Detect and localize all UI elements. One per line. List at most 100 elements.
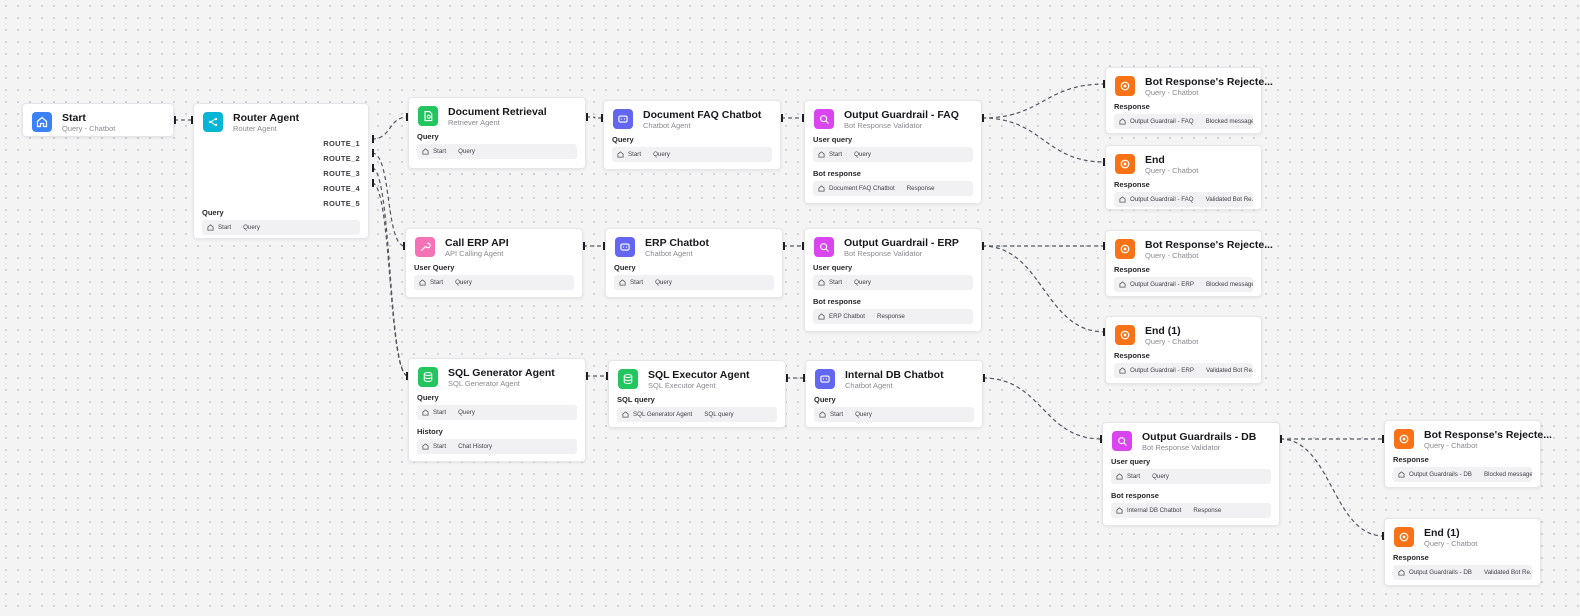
input-label: Response (1114, 102, 1150, 111)
edge-connector (371, 116, 409, 140)
input-label: User query (813, 263, 853, 272)
input-handle[interactable] (601, 114, 603, 122)
input-mapping-chip[interactable]: Internal DB Chatbot Response (1111, 503, 1271, 518)
input-mapping-chip[interactable]: Start Query (417, 405, 577, 420)
input-handle[interactable] (1382, 532, 1384, 540)
input-mapping-chip[interactable]: SQL Generator Agent SQL query (617, 407, 777, 422)
input-handle[interactable] (403, 242, 405, 250)
route-output-4[interactable]: ROUTE_4 (323, 181, 360, 196)
input-mapping-chip[interactable]: Start Query (414, 275, 574, 290)
input-mapping-chip[interactable]: Output Guardrail - FAQ Blocked message (1114, 114, 1253, 129)
input-mapping-chip[interactable]: Start Query (813, 275, 973, 290)
node-header: Output Guardrails - DB Bot Response Valid… (1112, 431, 1256, 453)
edge-connector (371, 182, 409, 377)
node-rej1[interactable]: Bot Response's Rejecte... Query - Chatbot… (1105, 67, 1273, 134)
input-handle[interactable] (802, 242, 804, 250)
flag-icon (1115, 154, 1135, 174)
node-router[interactable]: Router Agent Router Agent ROUTE_1 ROUTE_2 RO… (193, 103, 369, 239)
input-handle[interactable] (603, 242, 605, 250)
node-ogdb[interactable]: Output Guardrails - DB Bot Response Valid… (1102, 422, 1280, 526)
input-mapping-chip[interactable]: Output Guardrail - FAQ Validated Bot Re..… (1114, 192, 1253, 207)
chip-value: Blocked message (1205, 281, 1253, 288)
output-handle[interactable] (583, 242, 585, 250)
output-handle[interactable] (983, 374, 985, 382)
output-handle[interactable] (1280, 435, 1282, 443)
input-handle[interactable] (406, 372, 408, 380)
output-handle[interactable] (372, 164, 374, 172)
node-dbbot[interactable]: Internal DB Chatbot Chatbot Agent Query Sta… (805, 360, 983, 428)
node-ogfaq[interactable]: Output Guardrail - FAQ Bot Response Valid… (804, 100, 982, 204)
input-mapping-chip[interactable]: Start Query (612, 147, 772, 162)
node-rej2[interactable]: Bot Response's Rejecte... Query - Chatbot… (1105, 230, 1273, 297)
input-handle[interactable] (1103, 242, 1105, 250)
input-handle[interactable] (1103, 328, 1105, 336)
input-handle[interactable] (1100, 435, 1102, 443)
output-handle[interactable] (372, 135, 374, 143)
node-docret[interactable]: Document Retrieval Retriever Agent Query St… (408, 97, 586, 169)
input-mapping-chip[interactable]: Start Query (813, 147, 973, 162)
input-mapping-chip[interactable]: Start Query (417, 144, 577, 159)
input-mapping-chip[interactable]: Start Query (1111, 469, 1271, 484)
route-output-1[interactable]: ROUTE_1 (323, 136, 360, 151)
output-handle[interactable] (372, 149, 374, 157)
route-output-2[interactable]: ROUTE_2 (323, 151, 360, 166)
input-mapping-chip[interactable]: Start Query (814, 407, 974, 422)
input-mapping-chip[interactable]: Output Guardrail - ERP Blocked message (1114, 277, 1253, 292)
input-mapping-chip[interactable]: Document FAQ Chatbot Response (813, 181, 973, 196)
node-subtitle: SQL Executor Agent (648, 381, 716, 390)
input-handle[interactable] (191, 116, 193, 124)
node-subtitle: Query - Chatbot (1145, 166, 1199, 175)
node-sqlgen[interactable]: SQL Generator Agent SQL Generator Agent Qu… (408, 358, 586, 462)
input-mapping-chip[interactable]: Output Guardrails - DB Blocked message (1393, 467, 1532, 482)
input-mapping-chip[interactable]: Start Query (614, 275, 774, 290)
node-sqlexec[interactable]: SQL Executor Agent SQL Executor Agent SQL … (608, 360, 786, 428)
output-handle[interactable] (174, 116, 176, 124)
chip-value: Query (1152, 473, 1169, 480)
chat-icon (615, 237, 635, 257)
node-title: End (1145, 154, 1165, 166)
chip-source: Output Guardrail - FAQ (1130, 118, 1194, 125)
node-subtitle: Router Agent (233, 124, 277, 133)
input-section: User query Start Query (813, 135, 973, 162)
node-header: Bot Response's Rejecte... Query - Chatbot (1115, 239, 1273, 261)
input-handle[interactable] (803, 374, 805, 382)
node-end1[interactable]: End Query - Chatbot Response Output Guardra… (1105, 145, 1262, 210)
node-erpbot[interactable]: ERP Chatbot Chatbot Agent Query Start Query (605, 228, 783, 298)
output-handle[interactable] (783, 242, 785, 250)
node-end3[interactable]: End (1) Query - Chatbot Response Output Gua… (1384, 518, 1541, 586)
node-subtitle: Bot Response Validator (1142, 443, 1221, 452)
input-handle[interactable] (406, 113, 408, 121)
input-mapping-chip[interactable]: Output Guardrails - DB Validated Bot Re..… (1393, 565, 1532, 580)
node-title: Start (62, 112, 86, 124)
input-handle[interactable] (1103, 158, 1105, 166)
chip-value: Query (458, 409, 475, 416)
output-handle[interactable] (586, 113, 588, 121)
node-rej3[interactable]: Bot Response's Rejecte... Query - Chatbot… (1384, 420, 1552, 488)
node-docfaq[interactable]: Document FAQ Chatbot Chatbot Agent Query St… (603, 100, 781, 170)
output-handle[interactable] (372, 179, 374, 187)
input-mapping-chip[interactable]: Start Chat History (417, 439, 577, 454)
node-header: Bot Response's Rejecte... Query - Chatbot (1115, 76, 1273, 98)
output-handle[interactable] (786, 374, 788, 382)
output-handle[interactable] (781, 114, 783, 122)
node-ogerp[interactable]: Output Guardrail - ERP Bot Response Valid… (804, 228, 982, 332)
node-end2[interactable]: End (1) Query - Chatbot Response Output Gua… (1105, 316, 1262, 384)
input-section: User Query Start Query (414, 263, 574, 290)
output-handle[interactable] (982, 242, 984, 250)
input-mapping-chip[interactable]: Start Query (202, 220, 360, 235)
input-section: Query Start Query (814, 395, 974, 422)
input-mapping-chip[interactable]: Output Guardrail - ERP Validated Bot Re..… (1114, 363, 1253, 378)
input-section: Query Start Query (612, 135, 772, 162)
node-start[interactable]: Start Query - Chatbot (22, 103, 174, 137)
input-handle[interactable] (606, 372, 608, 380)
route-output-3[interactable]: ROUTE_3 (323, 166, 360, 181)
input-handle[interactable] (1382, 435, 1384, 443)
output-handle[interactable] (586, 372, 588, 380)
node-erpapi[interactable]: Call ERP API API Calling Agent User Query S… (405, 228, 583, 298)
input-handle[interactable] (1103, 80, 1105, 88)
output-handle[interactable] (982, 114, 984, 122)
chip-value: Query (458, 148, 475, 155)
workflow-canvas[interactable]: Start Query - Chatbot Router Agent Router A… (0, 0, 1580, 616)
input-handle[interactable] (802, 114, 804, 122)
input-mapping-chip[interactable]: ERP Chatbot Response (813, 309, 973, 324)
